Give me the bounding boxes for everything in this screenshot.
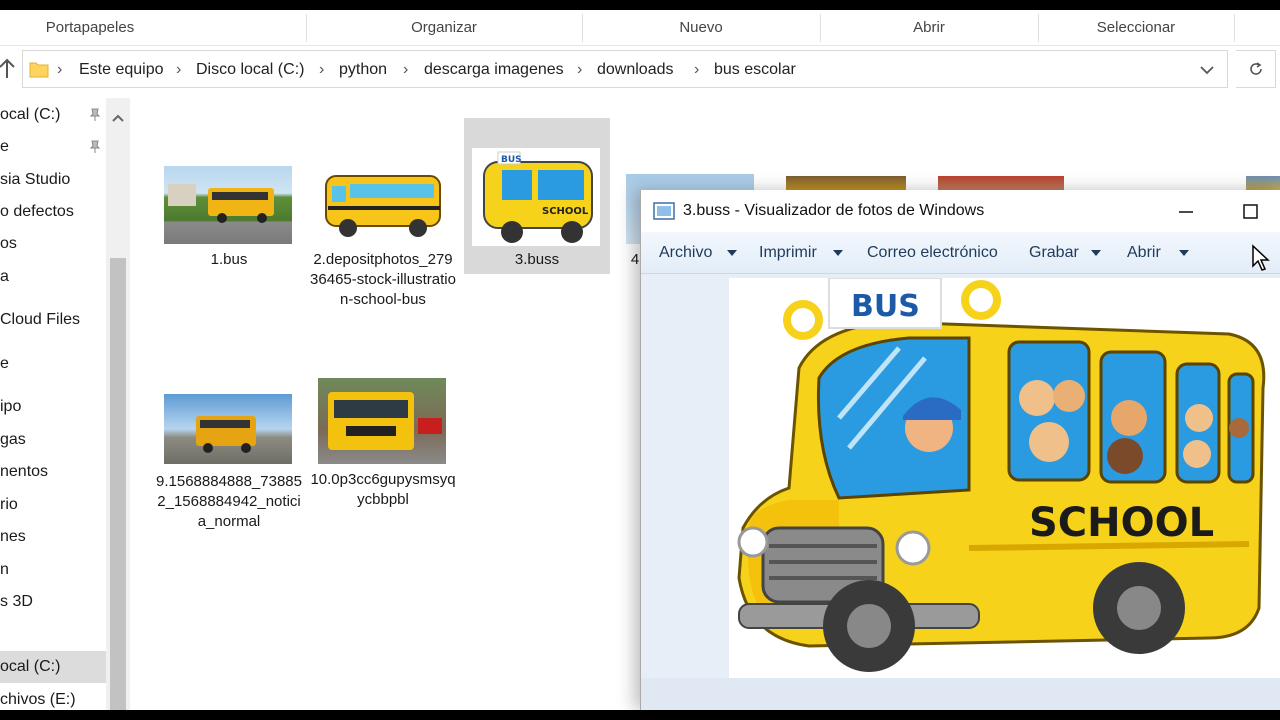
breadcrumb-separator: › <box>694 61 700 78</box>
breadcrumb-python[interactable]: python <box>339 51 387 89</box>
ribbon-separator <box>1234 14 1235 42</box>
dropdown-arrow-icon[interactable] <box>833 250 843 256</box>
ribbon-group-clipboard[interactable]: Portapapeles <box>0 10 180 46</box>
folder-icon <box>29 62 49 78</box>
menu-abrir[interactable]: Abrir <box>1127 232 1161 274</box>
breadcrumb-local-disk[interactable]: Disco local (C:) <box>196 51 304 89</box>
breadcrumb-separator: › <box>176 61 182 78</box>
nav-item[interactable]: ipo <box>0 392 21 422</box>
nav-item[interactable]: nentos <box>0 457 48 487</box>
dropdown-arrow-icon[interactable] <box>1091 250 1101 256</box>
file-thumbnail <box>318 166 446 244</box>
viewer-menu-bar: Archivo Imprimir Correo electrónico Grab… <box>641 232 1280 274</box>
nav-item[interactable]: gas <box>0 425 26 455</box>
nav-item[interactable]: o defectos <box>0 197 74 227</box>
nav-item[interactable]: a <box>0 262 9 292</box>
breadcrumb-separator: › <box>403 61 409 78</box>
mouse-cursor-icon <box>1252 244 1270 271</box>
displayed-photo[interactable]: BUS SCHOOL <box>729 278 1280 678</box>
nav-item-local-disk-selected[interactable]: ocal (C:) <box>0 652 60 682</box>
nav-item[interactable]: chivos (E:) <box>0 685 76 710</box>
menu-correo[interactable]: Correo electrónico <box>867 232 998 274</box>
photo-viewer-window: 3.buss - Visualizador de fotos de Window… <box>640 190 1280 710</box>
file-item[interactable]: 1.bus <box>156 158 302 278</box>
file-name: 2.depositphotos_27936465-stock-illustrat… <box>310 251 456 308</box>
pin-icon <box>88 108 102 127</box>
viewer-title: 3.buss - Visualizador de fotos de Window… <box>683 202 985 219</box>
up-arrow-icon[interactable] <box>0 56 16 82</box>
svg-text:SCHOOL: SCHOOL <box>542 206 589 217</box>
menu-archivo[interactable]: Archivo <box>659 232 712 274</box>
file-thumbnail <box>164 394 292 464</box>
nav-scrollbar-thumb[interactable] <box>110 258 126 710</box>
file-item[interactable]: 10.0p3cc6gupysmsyqycbbpbl <box>310 376 456 516</box>
breadcrumb-separator: › <box>577 61 583 78</box>
file-thumbnail <box>318 378 446 464</box>
viewer-bottom-toolbar <box>641 678 1280 710</box>
desktop-screen: Portapapeles Organizar Nuevo Abrir Selec… <box>0 10 1280 710</box>
menu-grabar[interactable]: Grabar <box>1029 232 1079 274</box>
pin-icon <box>88 140 102 159</box>
address-bar[interactable]: › Este equipo › Disco local (C:) › pytho… <box>22 50 1228 88</box>
breadcrumb-bus-escolar[interactable]: bus escolar <box>714 51 796 89</box>
ribbon-group-labels: Portapapeles Organizar Nuevo Abrir Selec… <box>0 10 1280 46</box>
bus-sign-text: BUS <box>851 289 920 324</box>
nav-item[interactable]: os <box>0 229 17 259</box>
breadcrumb-descarga-imagenes[interactable]: descarga imagenes <box>424 51 564 89</box>
file-item[interactable]: 9.1568884888_738852_1568884942_noticia_n… <box>156 384 302 534</box>
file-name: 10.0p3cc6gupysmsyqycbbpbl <box>310 471 456 508</box>
navigation-pane: ocal (C:) e sia Studio o defectos os a C… <box>0 98 130 710</box>
nav-item[interactable]: s 3D <box>0 587 33 617</box>
breadcrumb-separator: › <box>319 61 325 78</box>
nav-item[interactable]: sia Studio <box>0 165 70 195</box>
file-item[interactable]: 2.depositphotos_27936465-stock-illustrat… <box>310 158 456 328</box>
photo-viewer-app-icon <box>653 202 675 220</box>
nav-item[interactable]: nes <box>0 522 26 552</box>
nav-item[interactable]: rio <box>0 490 18 520</box>
chevron-up-icon[interactable] <box>110 112 126 124</box>
maximize-icon[interactable] <box>1237 200 1263 224</box>
nav-item[interactable]: Cloud Files <box>0 305 80 335</box>
svg-text:BUS: BUS <box>501 155 522 165</box>
breadcrumb-separator: › <box>57 61 63 78</box>
nav-item[interactable]: e <box>0 132 9 162</box>
file-thumbnail <box>164 166 292 244</box>
breadcrumb-this-pc[interactable]: Este equipo <box>79 51 164 89</box>
viewer-title-bar[interactable]: 3.buss - Visualizador de fotos de Window… <box>641 190 1280 232</box>
viewer-canvas: BUS SCHOOL <box>641 274 1280 710</box>
chevron-down-icon[interactable] <box>1198 61 1216 79</box>
file-thumbnail: BUS SCHOOL <box>472 148 600 246</box>
file-name: 9.1568884888_738852_1568884942_noticia_n… <box>156 473 302 530</box>
breadcrumb-downloads[interactable]: downloads <box>597 51 674 89</box>
address-row: › Este equipo › Disco local (C:) › pytho… <box>0 48 1280 92</box>
menu-imprimir[interactable]: Imprimir <box>759 232 817 274</box>
ribbon-group-organize[interactable]: Organizar <box>306 10 582 46</box>
minimize-icon[interactable] <box>1173 200 1199 224</box>
dropdown-arrow-icon[interactable] <box>727 250 737 256</box>
nav-item[interactable]: e <box>0 349 9 379</box>
bus-side-text: SCHOOL <box>1029 500 1214 546</box>
nav-item-local-disk[interactable]: ocal (C:) <box>0 100 60 130</box>
refresh-button[interactable] <box>1236 50 1276 88</box>
school-bus-illustration: BUS SCHOOL <box>737 278 1266 672</box>
nav-item[interactable]: n <box>0 555 9 585</box>
ribbon-group-select[interactable]: Seleccionar <box>1038 10 1234 46</box>
refresh-icon <box>1249 62 1262 75</box>
ribbon-group-new[interactable]: Nuevo <box>582 10 820 46</box>
ribbon-group-open[interactable]: Abrir <box>820 10 1038 46</box>
dropdown-arrow-icon[interactable] <box>1179 250 1189 256</box>
file-name: 1.bus <box>210 251 248 268</box>
